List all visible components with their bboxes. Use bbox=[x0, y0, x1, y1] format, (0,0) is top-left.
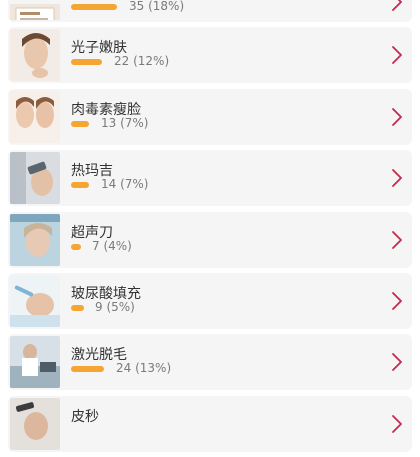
list-item[interactable]: 玻尿酸填充 9 (5%) bbox=[8, 272, 412, 329]
progress-bar bbox=[71, 182, 89, 189]
skin-treatment-photo bbox=[10, 397, 60, 450]
woman-face-photo bbox=[10, 29, 60, 82]
chevron-right-icon[interactable] bbox=[390, 168, 404, 188]
chevron-right-icon[interactable] bbox=[390, 45, 404, 65]
chevron-right-icon[interactable] bbox=[390, 107, 404, 127]
device-treatment-photo bbox=[10, 152, 60, 205]
list-item[interactable]: 激光脱毛 24 (13%) bbox=[8, 334, 412, 391]
vote-count: 22 (12%) bbox=[114, 54, 170, 69]
chevron-right-icon[interactable] bbox=[390, 414, 404, 434]
treatment-card-photo bbox=[10, 0, 60, 20]
vote-count: 9 (5%) bbox=[95, 299, 135, 314]
vote-count: 24 (13%) bbox=[116, 361, 172, 376]
chevron-right-icon[interactable] bbox=[390, 352, 404, 372]
progress-bar bbox=[71, 120, 89, 127]
chevron-right-icon[interactable] bbox=[390, 291, 404, 311]
two-faces-photo bbox=[10, 90, 60, 143]
progress-bar bbox=[71, 304, 84, 311]
chevron-right-icon[interactable] bbox=[390, 0, 404, 12]
progress-bar bbox=[71, 366, 104, 373]
list-item[interactable]: 光子嫩肤 22 (12%) bbox=[8, 27, 412, 84]
progress-bar bbox=[71, 4, 117, 10]
laser-clinic-photo bbox=[10, 336, 60, 389]
vote-count: 35 (18%) bbox=[129, 0, 185, 13]
list-item[interactable]: 热玛吉 14 (7%) bbox=[8, 150, 412, 207]
injection-photo bbox=[10, 274, 60, 327]
progress-bar bbox=[71, 243, 81, 250]
vote-count: 7 (4%) bbox=[92, 238, 132, 253]
list-item[interactable]: 超声刀 7 (4%) bbox=[8, 211, 412, 268]
chevron-right-icon[interactable] bbox=[390, 230, 404, 250]
vote-count: 14 (7%) bbox=[101, 177, 149, 192]
vote-count: 13 (7%) bbox=[101, 115, 149, 130]
list-item[interactable]: 皮秒 bbox=[8, 395, 412, 452]
category-list: 35 (18%) 光子嫩肤 22 (12%) 肉毒素瘦脸 13 (7%) 热玛吉… bbox=[0, 0, 420, 457]
list-item[interactable]: 肉毒素瘦脸 13 (7%) bbox=[8, 88, 412, 145]
progress-bar bbox=[71, 59, 102, 66]
list-item[interactable]: 35 (18%) bbox=[8, 0, 412, 22]
older-woman-photo bbox=[10, 213, 60, 266]
item-title: 皮秒 bbox=[71, 408, 99, 425]
